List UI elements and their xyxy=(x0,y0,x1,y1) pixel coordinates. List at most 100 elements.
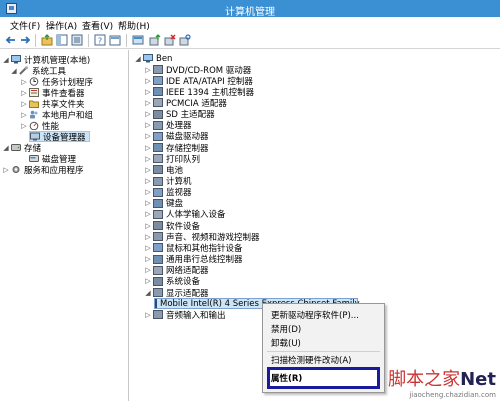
menu-file[interactable]: 文件(F) xyxy=(10,19,40,32)
expand-arrow-icon[interactable]: ◢ xyxy=(10,67,18,75)
uninstall-device-icon[interactable] xyxy=(164,34,176,46)
menu-disable[interactable]: 禁用(D) xyxy=(271,323,301,335)
expand-arrow-icon[interactable]: ▷ xyxy=(144,166,152,174)
expand-arrow-icon[interactable]: ▷ xyxy=(144,244,152,252)
device-category-row[interactable]: ▷ 声音、视频和游戏控制器 xyxy=(144,231,260,243)
device-category-row[interactable]: ▷ 系统设备 xyxy=(144,276,200,287)
tree-item-services-apps[interactable]: ▷ 服务和应用程序 xyxy=(2,164,83,176)
tree-item-performance[interactable]: ▷ 性能 xyxy=(20,120,59,132)
device-tree-root[interactable]: ◢ Ben xyxy=(134,53,172,64)
tree-item-system-tools[interactable]: ◢ 系统工具 xyxy=(10,65,66,77)
performance-icon xyxy=(29,121,39,130)
device-category-row[interactable]: ▷ 软件设备 xyxy=(144,220,200,232)
expand-arrow-icon[interactable]: ▷ xyxy=(20,111,28,119)
device-category-row[interactable]: ▷ 人体学输入设备 xyxy=(144,209,226,220)
expand-arrow-icon[interactable]: ◢ xyxy=(2,56,10,64)
expand-arrow-icon[interactable]: ▷ xyxy=(144,88,152,96)
toolbar-separator xyxy=(126,34,127,47)
controller-icon xyxy=(153,187,163,197)
device-category-row[interactable]: ▷ 电池 xyxy=(144,164,183,176)
device-category-row[interactable]: ▷ IDE ATA/ATAPI 控制器 xyxy=(144,75,253,87)
device-category-row[interactable]: ▷ IEEE 1394 主机控制器 xyxy=(144,86,254,98)
expand-arrow-icon[interactable]: ▷ xyxy=(144,277,152,285)
expand-arrow-icon[interactable]: ▷ xyxy=(144,255,152,263)
expand-arrow-icon[interactable]: ▷ xyxy=(144,155,152,163)
collapse-arrow-icon[interactable]: ◢ xyxy=(134,55,142,63)
expand-arrow-icon[interactable]: ▷ xyxy=(144,99,152,107)
menu-action[interactable]: 操作(A) xyxy=(46,19,77,32)
device-category-row[interactable]: ▷ 监视器 xyxy=(144,187,192,198)
expand-arrow-icon[interactable]: ▷ xyxy=(144,188,152,196)
users-icon xyxy=(30,110,38,119)
expand-arrow-icon[interactable]: ▷ xyxy=(144,177,152,185)
back-arrow-icon[interactable] xyxy=(5,34,17,46)
tree-item-task-scheduler[interactable]: ▷ 任务计划程序 xyxy=(20,76,93,88)
up-folder-icon[interactable] xyxy=(41,34,53,46)
drive-icon xyxy=(153,120,163,130)
tree-item-shared-folders[interactable]: ▷ 共享文件夹 xyxy=(20,98,84,110)
device-window-icon[interactable] xyxy=(132,34,144,46)
device-category-row[interactable]: ▷ 键盘 xyxy=(144,198,183,209)
tree-item-event-viewer[interactable]: ▷ 事件查看器 xyxy=(20,87,85,99)
tree-item-device-manager[interactable]: 设备管理器 xyxy=(29,131,90,143)
tree-item-computer-management[interactable]: ◢ 计算机管理(本地) xyxy=(2,54,90,66)
expand-arrow-icon[interactable]: ▷ xyxy=(2,166,10,174)
expand-arrow-icon[interactable]: ▷ xyxy=(20,89,28,97)
help-icon[interactable]: ? xyxy=(94,34,106,46)
device-category-row[interactable]: ▷ 磁盘驱动器 xyxy=(144,131,209,142)
card-icon xyxy=(153,154,163,164)
expand-arrow-icon[interactable]: ▷ xyxy=(144,311,152,319)
expand-arrow-icon[interactable]: ▷ xyxy=(144,144,152,152)
scan-hardware-icon[interactable] xyxy=(179,34,191,46)
device-category-row[interactable]: ▷ 鼠标和其他指针设备 xyxy=(144,242,243,254)
device-category-row[interactable]: ▷ 存储控制器 xyxy=(144,142,209,154)
device-category-row[interactable]: ▷ 打印队列 xyxy=(144,153,200,165)
expand-arrow-icon[interactable]: ▷ xyxy=(144,210,152,218)
expand-arrow-icon[interactable]: ▷ xyxy=(144,110,152,118)
expand-arrow-icon[interactable]: ▷ xyxy=(144,132,152,140)
menu-view[interactable]: 查看(V) xyxy=(82,19,113,32)
device-category-label: 音频输入和输出 xyxy=(166,310,226,321)
drive-icon xyxy=(153,232,163,242)
expand-arrow-icon[interactable]: ▷ xyxy=(144,222,152,230)
controller-icon xyxy=(153,243,163,253)
tree-item-local-users[interactable]: ▷ 本地用户和组 xyxy=(20,109,93,121)
forward-arrow-icon[interactable] xyxy=(19,34,31,46)
menu-help[interactable]: 帮助(H) xyxy=(118,19,150,32)
device-category-row[interactable]: ▷ 网络适配器 xyxy=(144,265,209,276)
expand-arrow-icon[interactable]: ▷ xyxy=(144,77,152,85)
device-category-row[interactable]: ▷ 处理器 xyxy=(144,120,192,131)
update-driver-icon[interactable] xyxy=(149,34,161,46)
expand-arrow-icon[interactable]: ▷ xyxy=(144,66,152,74)
expand-arrow-icon[interactable]: ▷ xyxy=(20,122,28,130)
device-category-row[interactable]: ▷ PCMCIA 适配器 xyxy=(144,97,227,109)
device-category-row[interactable]: ▷ 计算机 xyxy=(144,176,192,187)
device-category-row[interactable]: ▷ DVD/CD-ROM 驱动器 xyxy=(144,64,251,76)
menu-properties[interactable]: 属性(R) xyxy=(271,372,302,384)
svg-text:?: ? xyxy=(98,37,102,46)
menu-uninstall[interactable]: 卸载(U) xyxy=(271,337,301,349)
title-bar: 计算机管理 xyxy=(0,0,500,18)
device-category-row[interactable]: ▷ 通用串行总线控制器 xyxy=(144,254,243,265)
device-category-label: 显示适配器 xyxy=(166,288,209,299)
expand-arrow-icon[interactable]: ▷ xyxy=(20,100,28,108)
expand-arrow-icon[interactable]: ▷ xyxy=(144,266,152,274)
show-hide-tree-icon[interactable] xyxy=(56,34,68,46)
device-category-row[interactable]: ◢ 显示适配器 xyxy=(144,287,209,299)
device-category-row[interactable]: ▷ SD 主适配器 xyxy=(144,109,215,120)
expand-arrow-icon[interactable]: ▷ xyxy=(144,233,152,241)
tree-item-storage[interactable]: ◢ 存储 xyxy=(2,142,41,154)
expand-arrow-icon[interactable]: ▷ xyxy=(144,199,152,207)
device-category-row[interactable]: ▷ 音频输入和输出 xyxy=(144,309,226,321)
properties-icon[interactable] xyxy=(109,34,121,46)
watermark: 脚本之家Net jiaocheng.chazidian.com xyxy=(388,365,496,399)
expand-arrow-icon[interactable]: ▷ xyxy=(144,121,152,129)
tree-item-disk-management[interactable]: 磁盘管理 xyxy=(29,153,76,165)
menu-update-driver[interactable]: 更新驱动程序软件(P)... xyxy=(271,309,359,321)
expand-arrow-icon[interactable]: ◢ xyxy=(2,144,10,152)
collapse-arrow-icon[interactable]: ◢ xyxy=(144,289,152,297)
menu-scan-hardware[interactable]: 扫描检测硬件改动(A) xyxy=(271,354,351,366)
console-tree-icon[interactable] xyxy=(71,34,83,46)
watermark-sub: jiaocheng.chazidian.com xyxy=(409,391,496,399)
expand-arrow-icon[interactable]: ▷ xyxy=(20,78,28,86)
